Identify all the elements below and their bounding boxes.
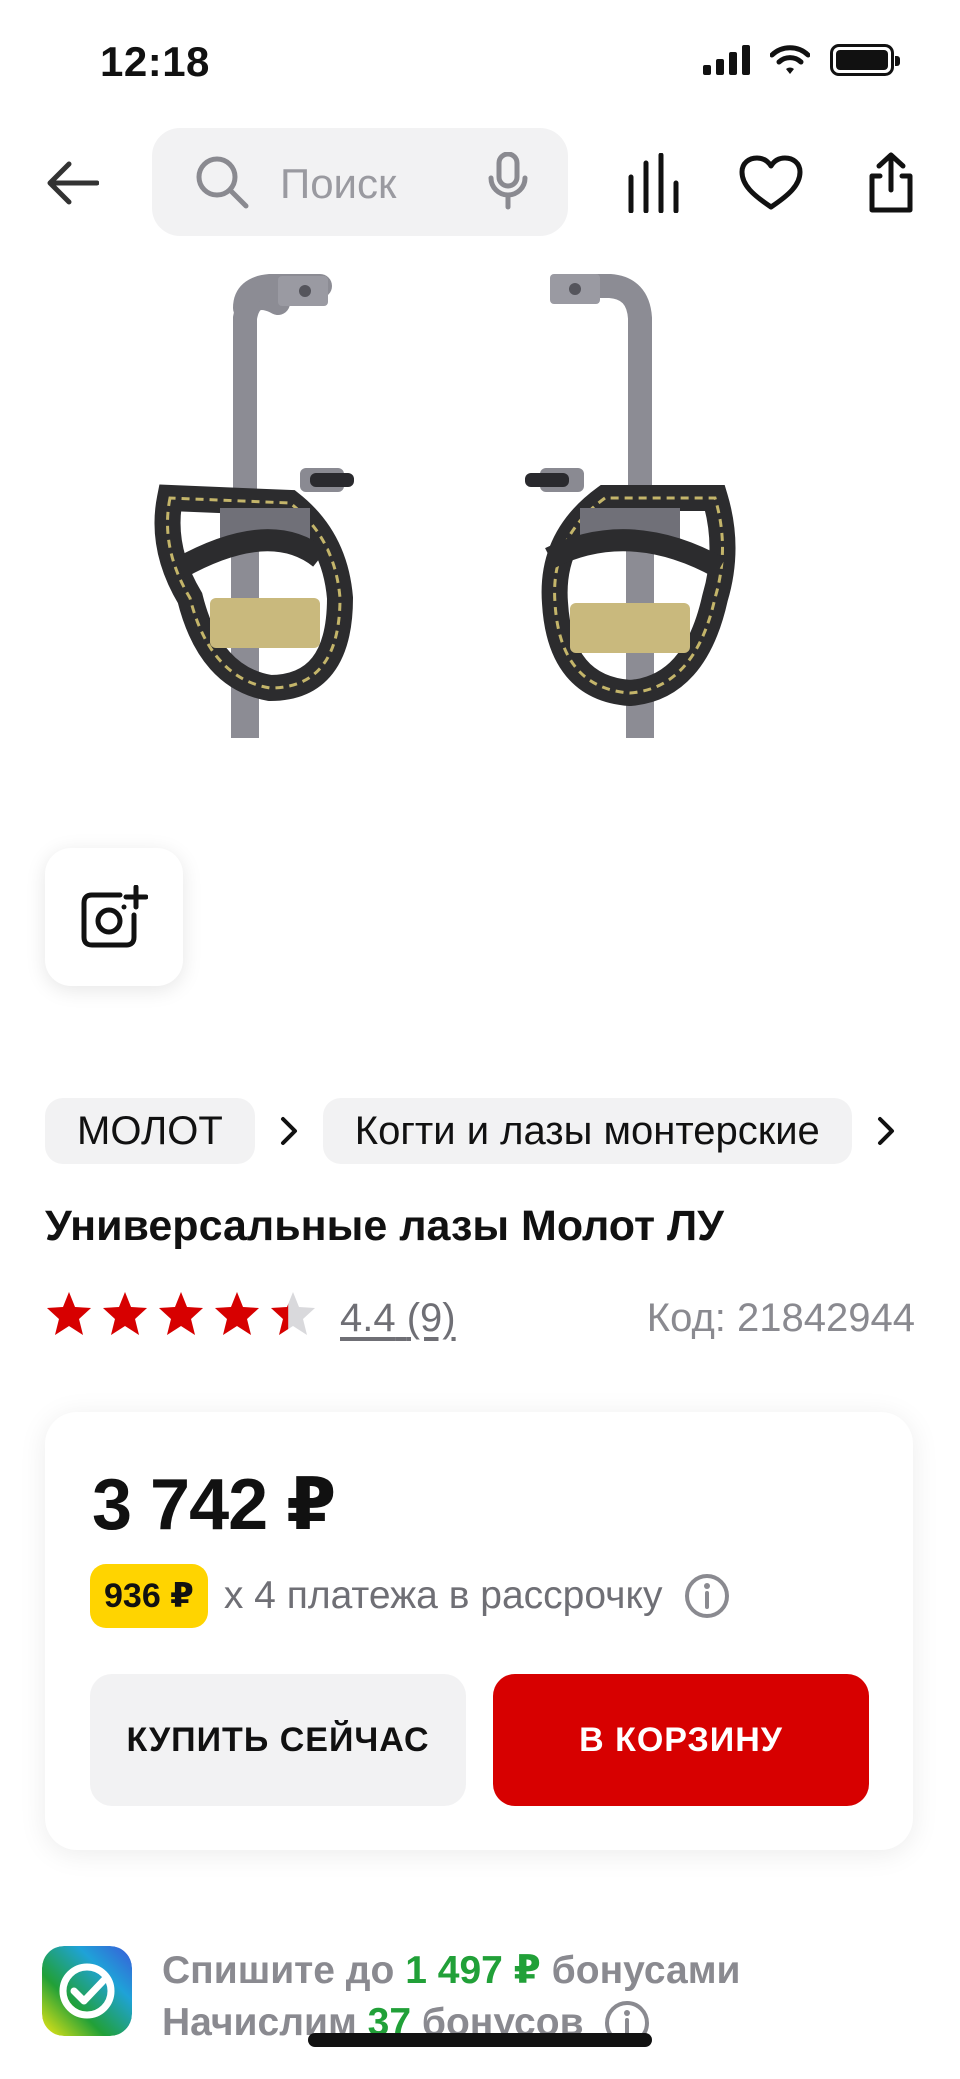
rating-stars[interactable]: [45, 1290, 317, 1338]
bonus-spend-text: Спишите до 1 497 ₽ бонусами: [162, 1948, 741, 1993]
top-navigation-bar: Поиск: [0, 128, 960, 238]
product-code: Код: 21842944: [646, 1296, 915, 1340]
share-icon: [869, 152, 913, 213]
bonus-spend-suffix: бонусами: [551, 1949, 741, 1992]
chevron-right-icon: [852, 1116, 920, 1146]
status-bar: 12:18: [0, 0, 960, 120]
bonus-info: Спишите до 1 497 ₽ бонусами Начислим 37 …: [42, 1946, 922, 2066]
add-to-cart-button[interactable]: В КОРЗИНУ: [493, 1674, 869, 1806]
bonus-spend-amount: 1 497 ₽: [405, 1949, 541, 1992]
info-icon[interactable]: [684, 1573, 730, 1619]
chevron-right-icon: [255, 1116, 323, 1146]
installment-row: 936 ₽ x 4 платежа в рассрочку: [90, 1564, 730, 1628]
left-climber: [154, 274, 354, 738]
price-card: 3 742 ₽ 936 ₽ x 4 платежа в рассрочку КУ…: [45, 1412, 913, 1850]
breadcrumb-item-category[interactable]: Когти и лазы монтерские: [322, 1098, 852, 1164]
star-icon: [103, 1292, 147, 1335]
rating-value: 4.4: [340, 1296, 396, 1340]
star-icon: [271, 1292, 315, 1335]
status-icons: [703, 44, 900, 76]
rating-row: 4.4 (9) Код: 21842944: [45, 1290, 915, 1350]
home-indicator: [308, 2033, 652, 2047]
favorite-button[interactable]: [736, 148, 806, 218]
mic-icon[interactable]: [488, 152, 528, 210]
product-title: Универсальные лазы Молот ЛУ: [45, 1202, 724, 1250]
wifi-icon: [770, 45, 810, 74]
buy-now-button[interactable]: КУПИТЬ СЕЙЧАС: [90, 1674, 466, 1806]
right-climber: [525, 274, 736, 738]
star-icon: [47, 1292, 91, 1335]
camera-plus-icon: [81, 885, 148, 948]
battery-icon: [830, 44, 900, 76]
search-icon: [196, 156, 249, 209]
status-time: 12:18: [100, 38, 210, 85]
share-button[interactable]: [856, 148, 926, 218]
breadcrumb-item-brand[interactable]: МОЛОТ: [45, 1098, 255, 1164]
photo-search-button[interactable]: [45, 848, 183, 986]
bonus-spend-prefix: Спишите до: [162, 1949, 395, 1992]
search-input[interactable]: Поиск: [152, 128, 568, 236]
review-count: (9): [406, 1296, 456, 1340]
installment-badge: 936 ₽: [90, 1564, 208, 1628]
cellular-signal-icon: [703, 45, 750, 75]
star-icon: [215, 1292, 259, 1335]
price: 3 742 ₽: [92, 1465, 336, 1545]
heart-icon: [739, 155, 803, 210]
arrow-left-icon: [47, 161, 99, 205]
search-placeholder: Поиск: [280, 160, 397, 207]
installment-text: x 4 платежа в рассрочку: [223, 1574, 663, 1617]
back-button[interactable]: [40, 150, 106, 216]
rating-link[interactable]: 4.4 (9): [340, 1296, 456, 1341]
compare-button[interactable]: [618, 148, 688, 218]
breadcrumb: МОЛОТ Когти и лазы монтерские: [45, 1098, 960, 1164]
star-icon: [159, 1292, 203, 1335]
product-image[interactable]: [150, 268, 810, 948]
compare-icon: [628, 153, 679, 213]
sber-logo-icon: [42, 1946, 132, 2036]
